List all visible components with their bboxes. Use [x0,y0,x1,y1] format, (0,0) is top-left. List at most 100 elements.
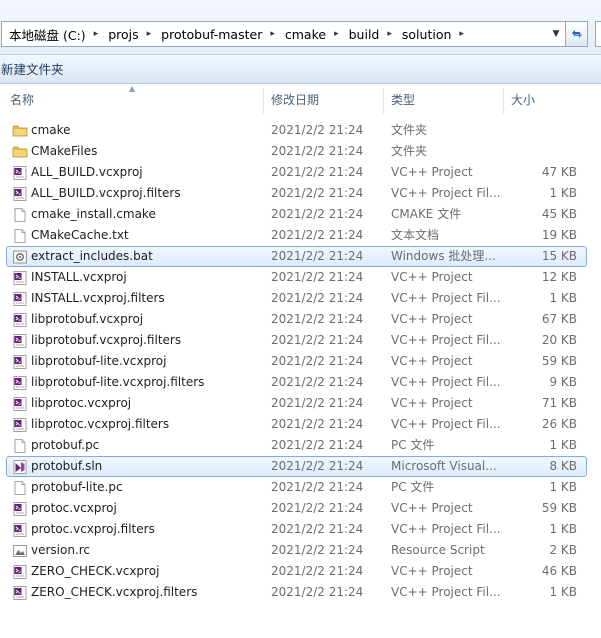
file-row[interactable]: protobuf.pc 2021/2/2 21:24 PC 文件 1 KB [6,435,587,456]
file-size: 1 KB [549,438,577,452]
new-folder-button[interactable]: 新建文件夹 [0,60,70,80]
file-row[interactable]: protobuf.sln 2021/2/2 21:24 Microsoft Visu… [6,456,587,477]
file-row[interactable]: libprotobuf-lite.vcxproj 2021/2/2 21:24 VC… [6,351,587,372]
breadcrumb-chevron-icon[interactable]: ▸ [328,29,347,39]
file-type: VC++ Project [391,396,473,410]
file-name: libprotoc.vcxproj.filters [31,417,170,431]
file-name: INSTALL.vcxproj [31,270,127,284]
file-row[interactable]: CMakeFiles 2021/2/2 21:24 文件夹 [6,141,587,162]
breadcrumb-item[interactable]: build [347,27,382,42]
vcxproj-icon [12,312,28,328]
chevron-down-icon: ▼ [552,29,560,39]
vcxproj-icon [12,522,28,538]
file-size: 67 KB [541,312,577,326]
file-row[interactable]: ZERO_CHECK.vcxproj.filters 2021/2/2 21:24… [6,582,587,603]
file-type: VC++ Project Fil... [391,417,501,431]
file-type: PC 文件 [391,480,435,494]
file-date-modified: 2021/2/2 21:24 [271,144,364,158]
vcxproj-icon [12,564,28,580]
file-name: protobuf-lite.pc [31,480,123,494]
file-date-modified: 2021/2/2 21:24 [271,564,364,578]
vcxproj-icon [12,396,28,412]
file-row[interactable]: INSTALL.vcxproj 2021/2/2 21:24 VC++ Projec… [6,267,587,288]
file-type: Windows 批处理... [391,249,496,263]
file-date-modified: 2021/2/2 21:24 [271,249,364,263]
breadcrumb-chevron-icon[interactable]: ▸ [264,29,283,39]
file-name: libprotobuf-lite.vcxproj.filters [31,375,205,389]
vcxproj-icon [12,165,28,181]
file-name: ALL_BUILD.vcxproj [31,165,143,179]
file-row[interactable]: CMakeCache.txt 2021/2/2 21:24 文本文档 19 KB [6,225,587,246]
file-size: 46 KB [541,564,577,578]
column-size[interactable]: 大小 [504,84,594,116]
file-type: VC++ Project [391,312,473,326]
breadcrumb-chevron-icon[interactable]: ▸ [141,29,160,39]
column-type[interactable]: 类型 [384,84,502,116]
refresh-button[interactable] [566,21,588,47]
file-type: VC++ Project Fil... [391,585,501,599]
file-row[interactable]: libprotoc.vcxproj 2021/2/2 21:24 VC++ Proj… [6,393,587,414]
file-row[interactable]: INSTALL.vcxproj.filters 2021/2/2 21:24 VC+… [6,288,587,309]
file-row[interactable]: version.rc 2021/2/2 21:24 Resource Script 2… [6,540,587,561]
file-icon [12,207,28,223]
file-name: cmake_install.cmake [31,207,156,221]
search-box[interactable] [595,21,601,47]
file-row[interactable]: cmake_install.cmake 2021/2/2 21:24 CMAKE 文… [6,204,587,225]
breadcrumb-chevron-icon[interactable]: ▸ [453,29,472,39]
breadcrumb-item[interactable]: protobuf-master [159,27,264,42]
file-type: VC++ Project Fil... [391,333,501,347]
file-icon [12,438,28,454]
file-row[interactable]: protoc.vcxproj 2021/2/2 21:24 VC++ Project… [6,498,587,519]
file-icon [12,480,28,496]
file-row[interactable]: ALL_BUILD.vcxproj.filters 2021/2/2 21:24 V… [6,183,587,204]
file-date-modified: 2021/2/2 21:24 [271,459,364,473]
file-row[interactable]: ALL_BUILD.vcxproj 2021/2/2 21:24 VC++ Proj… [6,162,587,183]
bat-icon [12,249,28,265]
folder-icon [12,123,28,139]
breadcrumb-chevron-icon[interactable]: ▸ [381,29,400,39]
file-row[interactable]: protobuf-lite.pc 2021/2/2 21:24 PC 文件 1 KB [6,477,587,498]
breadcrumb-item[interactable]: 本地磁盘 (C:) [7,25,88,44]
file-row[interactable]: libprotobuf-lite.vcxproj.filters 2021/2/2… [6,372,587,393]
file-row[interactable]: libprotoc.vcxproj.filters 2021/2/2 21:24 V… [6,414,587,435]
address-bar[interactable]: 本地磁盘 (C:) ▸ projs ▸ protobuf-master ▸ cmake ▸ bu… [1,21,566,47]
file-row[interactable]: ZERO_CHECK.vcxproj 2021/2/2 21:24 VC++ Pro… [6,561,587,582]
address-dropdown-button[interactable]: ▼ [547,22,565,46]
file-name: libprotoc.vcxproj [31,396,132,410]
vcxproj-icon [12,291,28,307]
file-date-modified: 2021/2/2 21:24 [271,228,364,242]
breadcrumb-item[interactable]: projs [106,27,140,42]
file-type: CMAKE 文件 [391,207,462,221]
file-list: cmake 2021/2/2 21:24 文件夹 CMakeFiles 2021/2/2… [0,120,601,603]
file-size: 71 KB [541,396,577,410]
breadcrumb-item[interactable]: solution [400,27,454,42]
file-name: libprotobuf.vcxproj [31,312,144,326]
file-name: CMakeCache.txt [31,228,129,242]
file-date-modified: 2021/2/2 21:24 [271,165,364,179]
breadcrumb: 本地磁盘 (C:) ▸ projs ▸ protobuf-master ▸ cmake ▸ bu… [2,25,547,44]
file-row[interactable]: libprotobuf.vcxproj 2021/2/2 21:24 VC++ Pr… [6,309,587,330]
breadcrumb-chevron-icon[interactable]: ▸ [88,29,107,39]
file-size: 26 KB [541,417,577,431]
column-date-modified[interactable]: 修改日期 [264,84,382,116]
file-size: 59 KB [541,354,577,368]
file-type: VC++ Project [391,501,473,515]
column-name[interactable]: 名称 [3,84,261,116]
file-row[interactable]: extract_includes.bat 2021/2/2 21:24 Window… [6,246,587,267]
file-date-modified: 2021/2/2 21:24 [271,501,364,515]
file-row[interactable]: protoc.vcxproj.filters 2021/2/2 21:24 VC++… [6,519,587,540]
folder-icon [12,144,28,160]
file-size: 59 KB [541,501,577,515]
file-type: VC++ Project Fil... [391,186,501,200]
file-row[interactable]: cmake 2021/2/2 21:24 文件夹 [6,120,587,141]
file-name: libprotobuf-lite.vcxproj [31,354,167,368]
file-date-modified: 2021/2/2 21:24 [271,522,364,536]
breadcrumb-item[interactable]: cmake [283,27,328,42]
file-date-modified: 2021/2/2 21:24 [271,123,364,137]
file-date-modified: 2021/2/2 21:24 [271,354,364,368]
file-name: version.rc [31,543,91,557]
file-size [507,121,577,140]
file-row[interactable]: libprotobuf.vcxproj.filters 2021/2/2 21:2… [6,330,587,351]
file-type: VC++ Project Fil... [391,522,501,536]
file-date-modified: 2021/2/2 21:24 [271,270,364,284]
